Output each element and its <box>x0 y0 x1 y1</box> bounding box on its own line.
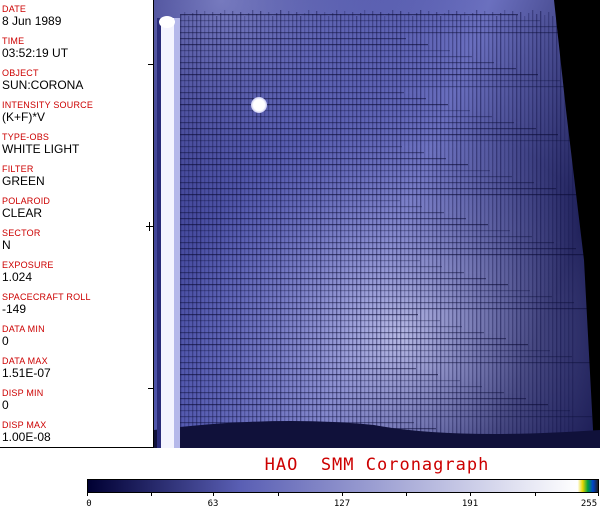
panel-border <box>0 447 154 448</box>
colorbar-tick <box>87 492 88 496</box>
colorbar-tick <box>213 492 214 496</box>
metadata-field: TYPE-OBS WHITE LIGHT <box>2 132 152 156</box>
colorbar-tick <box>151 492 152 496</box>
metadata-field: DATE 8 Jun 1989 <box>2 4 152 28</box>
metadata-label: DISP MAX <box>2 420 47 430</box>
metadata-value: GREEN <box>2 174 45 188</box>
metadata-value: (K+F)*V <box>2 110 46 124</box>
metadata-value: 1.00E-08 <box>2 430 51 444</box>
axis-tick <box>148 388 154 389</box>
colorbar-label: 63 <box>207 499 219 509</box>
star-spot <box>251 97 267 113</box>
metadata-field: FILTER GREEN <box>2 164 152 188</box>
metadata-value: CLEAR <box>2 206 43 220</box>
metadata-value: 0 <box>2 334 9 348</box>
colorbar-tick <box>342 492 343 496</box>
metadata-value: 1.51E-07 <box>2 366 51 380</box>
metadata-label: SECTOR <box>2 228 41 238</box>
colorbar-label: 191 <box>461 499 479 509</box>
metadata-label: FILTER <box>2 164 34 174</box>
metadata-label: DISP MIN <box>2 388 44 398</box>
colorbar-tick <box>598 492 599 496</box>
axis-tick <box>146 226 154 227</box>
metadata-label: DATA MIN <box>2 324 45 334</box>
plot-title: HAO SMM Coronagraph <box>264 455 490 475</box>
coronagraph-image <box>154 0 600 448</box>
metadata-field: OBJECT SUN:CORONA <box>2 68 152 92</box>
metadata-label: INTENSITY SOURCE <box>2 100 94 110</box>
metadata-value: 1.024 <box>2 270 33 284</box>
metadata-field: SPACECRAFT ROLL -149 <box>2 292 152 316</box>
metadata-value: N <box>2 238 11 252</box>
colorbar-label: 255 <box>580 499 598 509</box>
colorbar-tick <box>470 492 471 496</box>
metadata-field: INTENSITY SOURCE (K+F)*V <box>2 100 152 124</box>
metadata-field: TIME 03:52:19 UT <box>2 36 152 60</box>
metadata-field: SECTOR N <box>2 228 152 252</box>
metadata-value: 8 Jun 1989 <box>2 14 62 28</box>
metadata-label: TYPE-OBS <box>2 132 50 142</box>
metadata-label: TIME <box>2 36 25 46</box>
coronagraph-image-canvas <box>154 0 600 448</box>
metadata-field: DATA MAX 1.51E-07 <box>2 356 152 380</box>
metadata-value: WHITE LIGHT <box>2 142 80 156</box>
metadata-label: SPACECRAFT ROLL <box>2 292 91 302</box>
metadata-value: 0 <box>2 398 9 412</box>
axis-tick <box>148 64 154 65</box>
colorbar-ticks <box>87 492 599 496</box>
colorbar <box>87 479 599 493</box>
metadata-value: 03:52:19 UT <box>2 46 69 60</box>
metadata-label: OBJECT <box>2 68 39 78</box>
metadata-field: DATA MIN 0 <box>2 324 152 348</box>
metadata-label: EXPOSURE <box>2 260 54 270</box>
colorbar-tick <box>278 492 279 496</box>
metadata-field: POLAROID CLEAR <box>2 196 152 220</box>
metadata-label: POLAROID <box>2 196 51 206</box>
colorbar-label: 127 <box>333 499 351 509</box>
metadata-panel: DATE 8 Jun 1989 TIME 03:52:19 UT OBJECT SUN:C… <box>0 0 153 448</box>
metadata-field: DISP MAX 1.00E-08 <box>2 420 152 444</box>
metadata-value: -149 <box>2 302 27 316</box>
metadata-label: DATE <box>2 4 27 14</box>
metadata-field: EXPOSURE 1.024 <box>2 260 152 284</box>
metadata-value: SUN:CORONA <box>2 78 84 92</box>
metadata-label: DATA MAX <box>2 356 48 366</box>
metadata-field: DISP MIN 0 <box>2 388 152 412</box>
colorbar-label: 0 <box>86 499 92 509</box>
axis-tick <box>149 222 150 231</box>
colorbar-tick <box>535 492 536 496</box>
colorbar-tick <box>406 492 407 496</box>
